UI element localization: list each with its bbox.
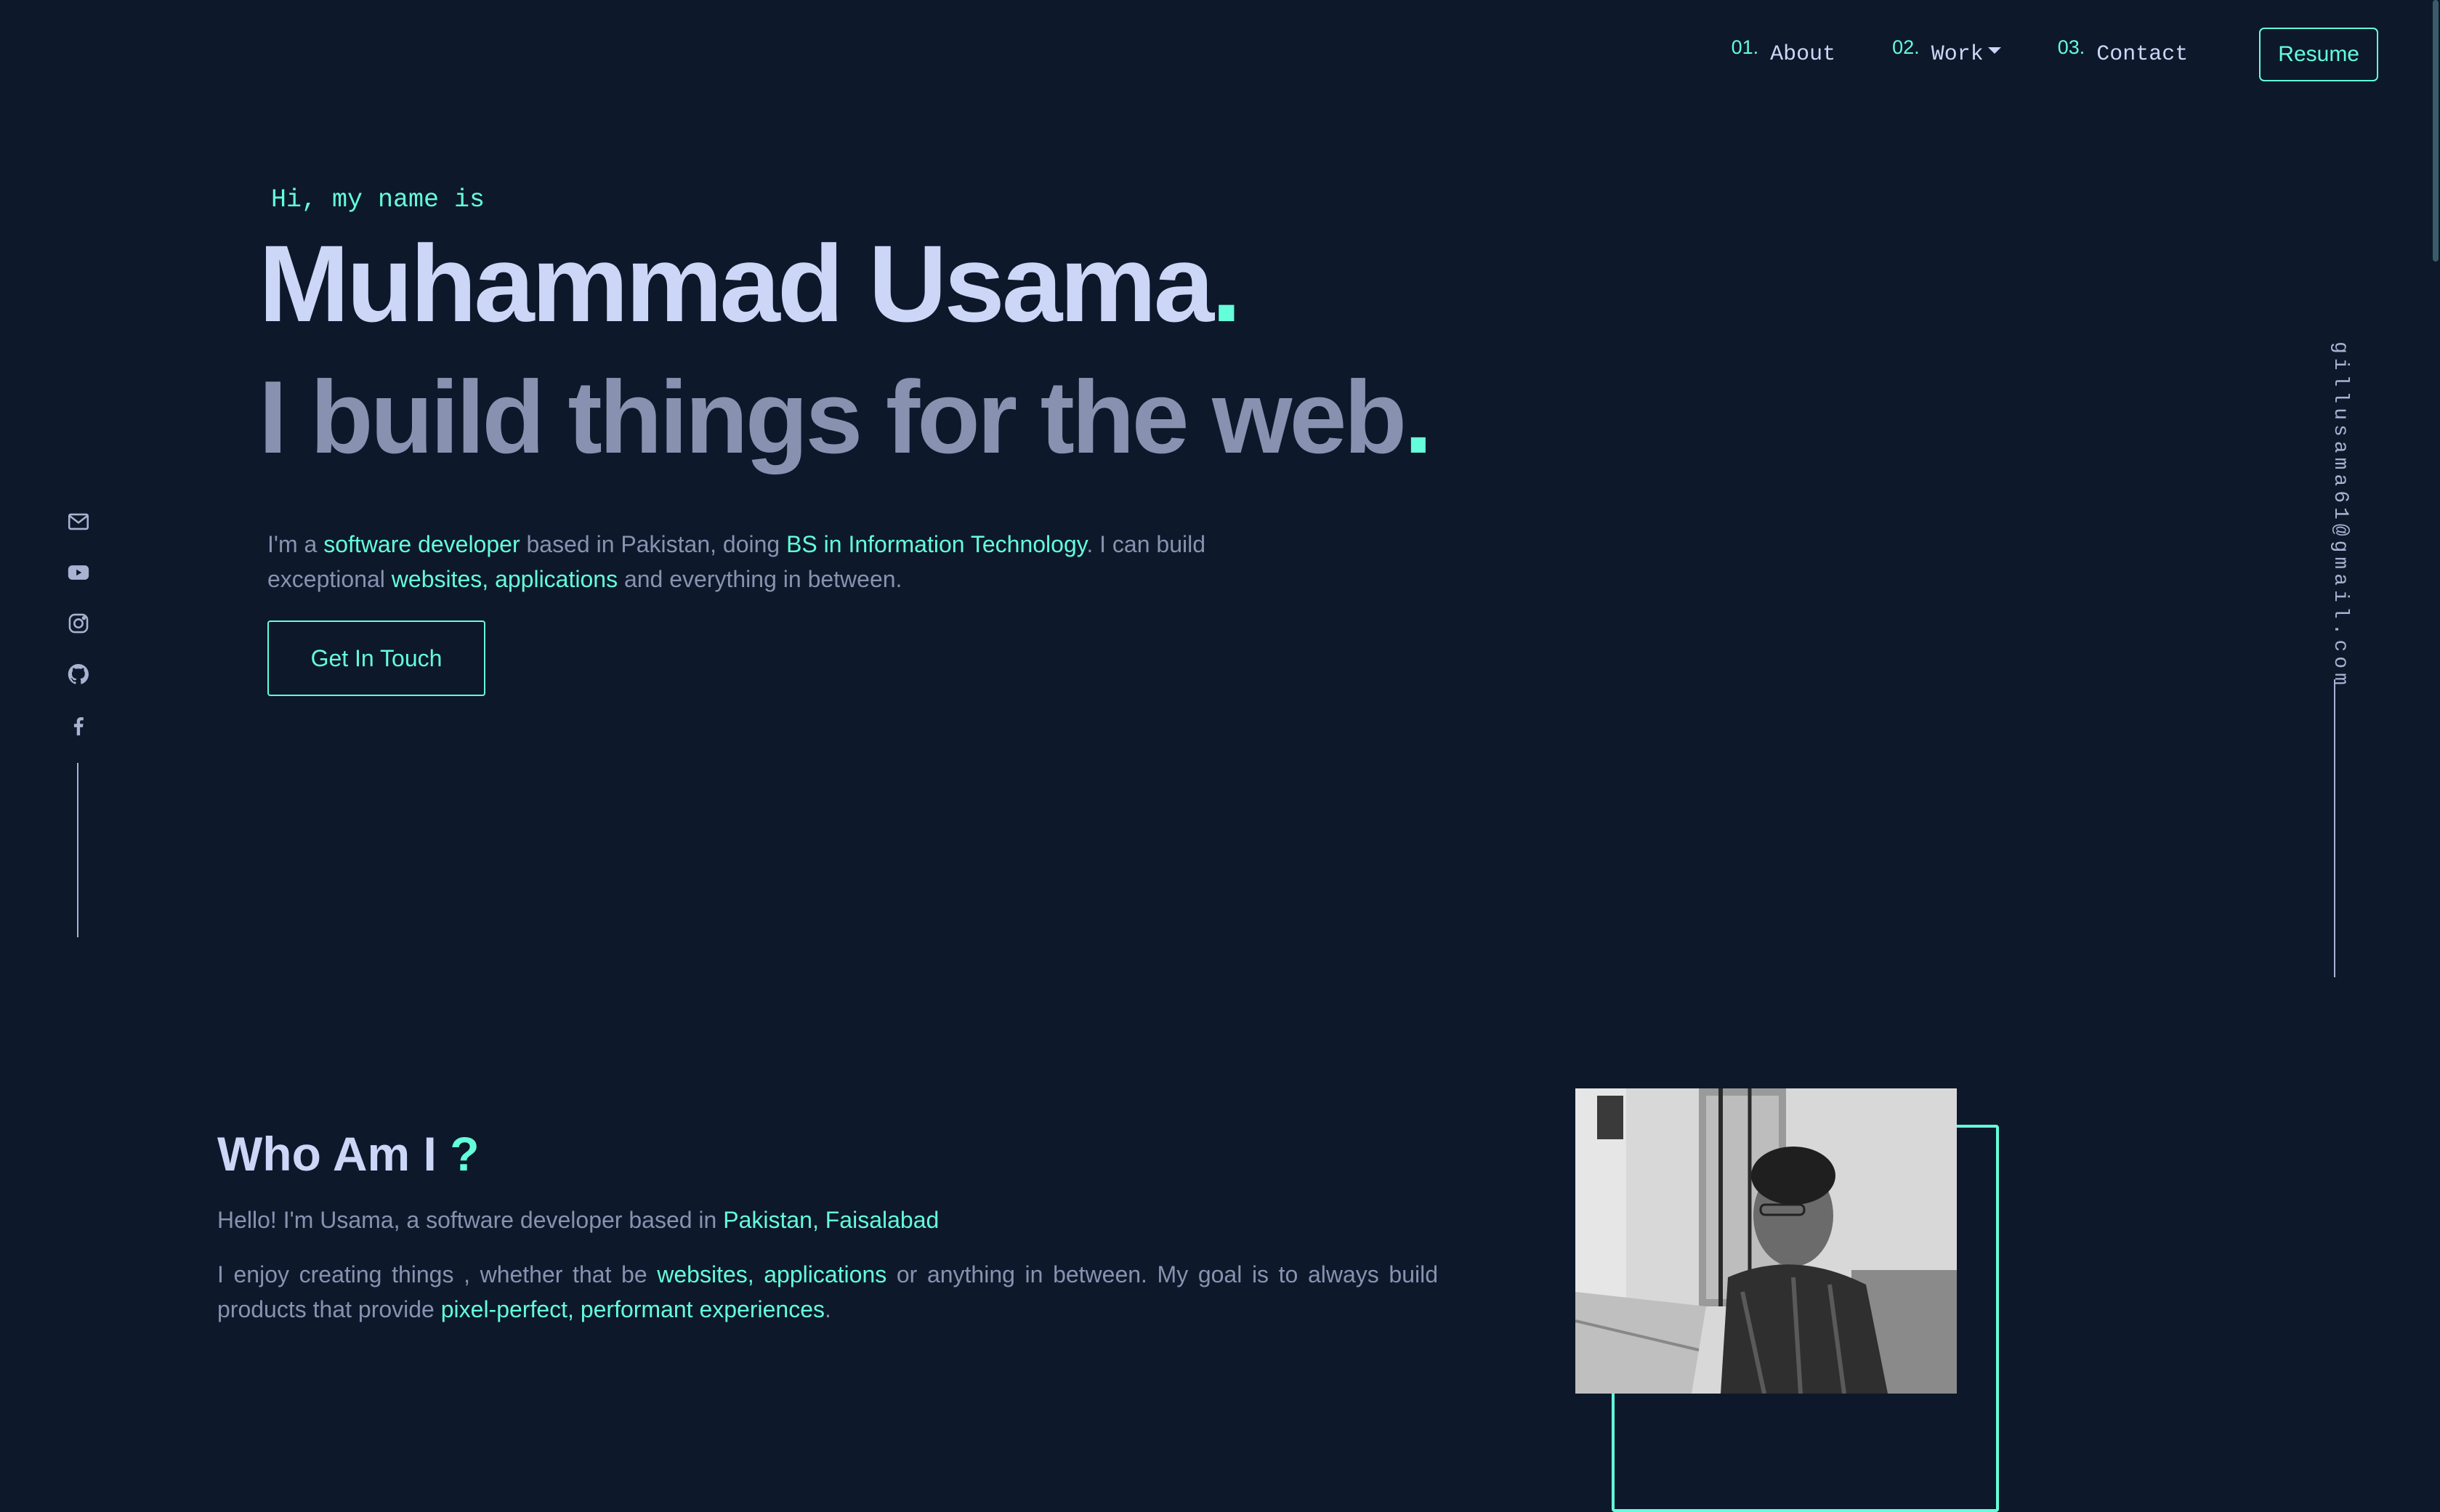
desc-text: I'm a [267,531,324,557]
resume-button[interactable]: Resume [2259,28,2378,81]
desc-highlight: BS in Information Technology [786,531,1087,557]
social-links [64,509,93,763]
youtube-icon[interactable] [65,559,92,586]
nav-item-about[interactable]: 01. About [1732,36,1836,67]
email-link[interactable]: gillusama61@gmail.com [2329,341,2351,690]
scrollbar[interactable] [2428,0,2440,1365]
profile-photo [1575,1088,1957,1394]
nav-number: 02. [1892,36,1920,58]
hero-name-dot: . [1211,222,1242,344]
nav-number: 03. [2057,36,2085,58]
about-highlight: websites, applications [657,1261,887,1287]
hero-tagline-text: I build things for the web [259,360,1407,475]
scrollbar-thumb[interactable] [2433,0,2439,262]
nav-number: 01. [1731,36,1759,58]
nav-label: About [1770,42,1836,67]
about-text: Hello! I'm Usama, a software developer b… [217,1207,724,1233]
nav-label: Contact [2096,42,2189,67]
get-in-touch-button[interactable]: Get In Touch [267,620,485,696]
left-divider-line [77,763,78,937]
nav-label: Work [1931,42,1984,67]
about-intro: Hello! I'm Usama, a software developer b… [217,1202,939,1237]
mail-icon[interactable] [65,509,92,535]
top-nav: 01. About 02. Work 03. Contact Resume [1675,28,2378,81]
caret-down-icon [1987,47,2001,54]
about-paragraph: I enjoy creating things , whether that b… [217,1257,1438,1327]
desc-highlight: software developer [323,531,520,557]
facebook-icon[interactable] [65,712,92,738]
desc-text: and everything in between. [618,566,902,592]
about-text: I enjoy creating things , whether that b… [217,1261,658,1287]
about-highlight: pixel-perfect, performant experiences [440,1296,825,1322]
nav-item-work[interactable]: 02. Work [1892,36,2001,67]
hero-name: Muhammad Usama. [259,218,1242,349]
hero-name-text: Muhammad Usama [259,222,1214,344]
about-highlight: Pakistan, Faisalabad [723,1207,940,1233]
nav-item-contact[interactable]: 03. Contact [2058,36,2189,67]
hero-description: I'm a software developer based in Pakist… [267,527,1285,597]
hero-tagline-dot: . [1404,360,1433,475]
about-heading-text: Who Am I [217,1127,437,1181]
right-divider-line [2334,679,2335,977]
about-text: . [824,1296,831,1322]
desc-highlight: websites, applications [391,566,618,592]
about-heading: Who Am I ? [217,1126,480,1181]
hero-greeting: Hi, my name is [271,185,485,214]
hero-tagline: I build things for the web. [259,356,1433,480]
instagram-icon[interactable] [65,610,92,636]
about-heading-mark: ? [450,1127,480,1181]
github-icon[interactable] [65,661,92,687]
desc-text: based in Pakistan, doing [520,531,787,557]
